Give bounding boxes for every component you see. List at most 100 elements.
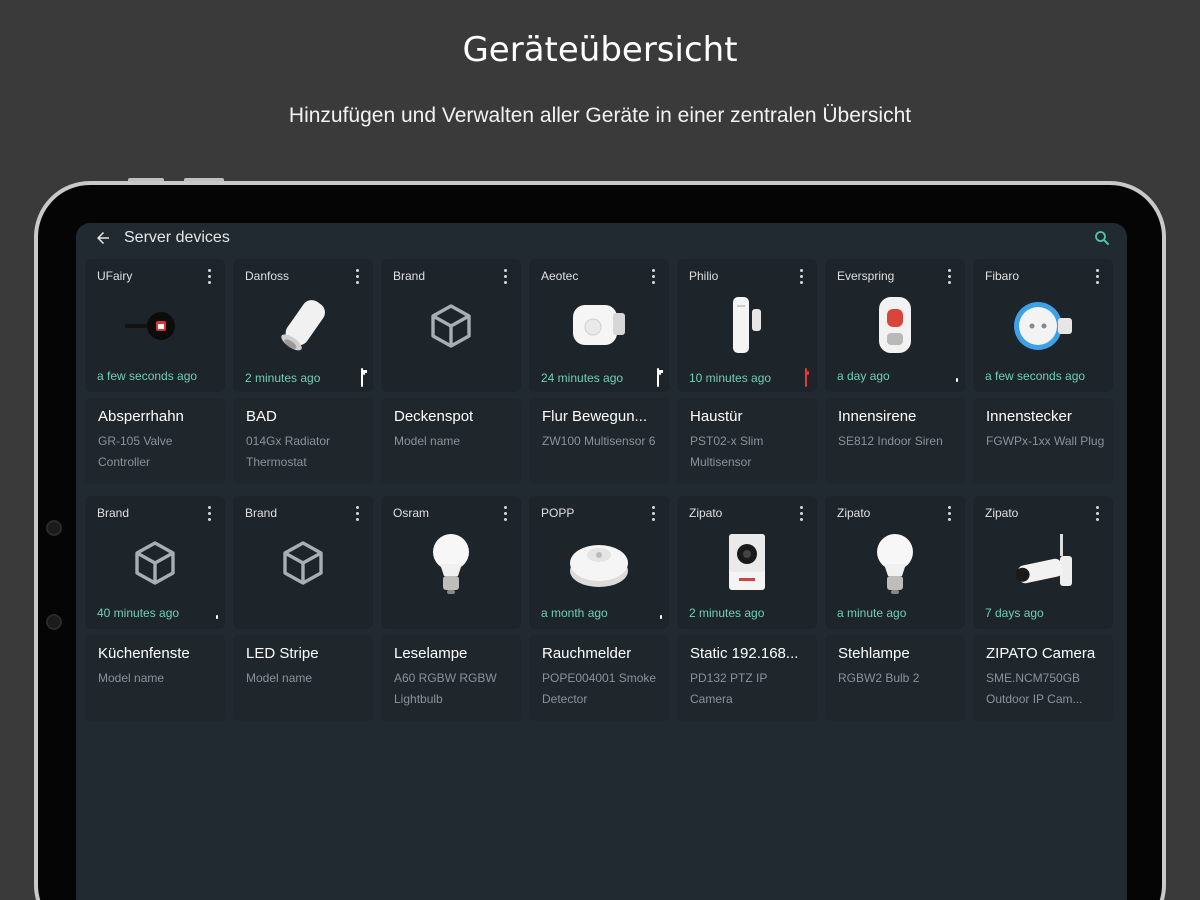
ip-camera-icon [677,530,817,596]
app-bar: Server devices [76,223,1127,253]
device-card-header[interactable]: Brand [381,259,521,392]
device-card-body[interactable]: Innenstecker FGWPx-1xx Wall Plug [973,398,1113,484]
device-card-header[interactable]: Danfoss 2 minutes ago [233,259,373,392]
device-status-row: 2 minutes ago [245,368,363,387]
app-bar-title: Server devices [124,229,230,246]
device-model: ZW100 Multisensor 6 [542,434,656,448]
device-card[interactable]: Aeotec 24 minutes ago Flur Bewegun... ZW… [529,259,669,484]
device-card[interactable]: POPP a month ago Rauchmelder POPE004001 … [529,496,669,721]
device-card-body[interactable]: Stehlampe RGBW2 Bulb 2 [825,635,965,721]
device-card-header[interactable]: Everspring a day ago [825,259,965,392]
device-card-header[interactable]: Philio 10 minutes ago [677,259,817,392]
device-brand: Brand [97,506,130,520]
device-model: SME.NCM750GB Outdoor IP Cam... [986,671,1083,706]
app-screen: Server devices UFairy a few seconds ago … [76,223,1127,900]
device-last-seen: 2 minutes ago [245,371,321,385]
search-icon[interactable] [1091,227,1113,249]
device-status-row: 10 minutes ago [689,368,807,387]
thermostat-icon [233,293,373,359]
device-card-body[interactable]: Innensirene SE812 Indoor Siren [825,398,965,484]
device-card-body[interactable]: Haustür PST02-x Slim Multisensor [677,398,817,484]
device-model: POPE004001 Smoke Detector [542,671,657,706]
device-card-body[interactable]: Flur Bewegun... ZW100 Multisensor 6 [529,398,669,484]
device-card[interactable]: Brand Deckenspot Model name [381,259,521,484]
more-vert-icon[interactable] [942,269,956,287]
device-name: ZIPATO Camera [986,645,1096,662]
more-vert-icon[interactable] [350,269,364,287]
more-vert-icon[interactable] [1090,269,1104,287]
device-card[interactable]: Brand LED Stripe Model name [233,496,373,721]
device-name: LED Stripe [246,645,319,662]
device-last-seen: 24 minutes ago [541,371,624,385]
more-vert-icon[interactable] [942,506,956,524]
more-vert-icon[interactable] [202,269,216,287]
device-last-seen: 2 minutes ago [689,606,765,620]
device-card-body[interactable]: Deckenspot Model name [381,398,521,484]
device-last-seen: a month ago [541,606,608,620]
device-card-body[interactable]: Static 192.168... PD132 PTZ IP Camera [677,635,817,721]
more-vert-icon[interactable] [646,269,660,287]
device-card[interactable]: Philio 10 minutes ago Haustür PST02-x Sl… [677,259,817,484]
device-card[interactable]: Zipato a minute ago Stehlampe RGBW2 Bulb… [825,496,965,721]
device-model: PD132 PTZ IP Camera [690,671,768,706]
device-brand: Aeotec [541,269,579,283]
device-card-header[interactable]: Aeotec 24 minutes ago [529,259,669,392]
device-brand: UFairy [97,269,133,283]
device-card-header[interactable]: Osram [381,496,521,629]
device-card-body[interactable]: LED Stripe Model name [233,635,373,721]
device-card[interactable]: Everspring a day ago Innensirene SE812 I… [825,259,965,484]
tablet-sensor-dot [46,614,62,630]
device-model: GR-105 Valve Controller [98,434,173,469]
device-name: Rauchmelder [542,645,632,662]
wall-plug-icon [973,293,1113,359]
device-name: Küchenfenste [98,645,190,662]
device-status-row: a month ago [541,606,659,620]
device-card-header[interactable]: UFairy a few seconds ago [85,259,225,392]
device-card-body[interactable]: Leselampe A60 RGBW RGBW Lightbulb [381,635,521,721]
placeholder-cube-icon [381,293,521,359]
device-model: FGWPx-1xx Wall Plug [986,434,1105,448]
device-model: RGBW2 Bulb 2 [838,671,920,685]
device-last-seen: a minute ago [837,606,907,620]
battery-icon [361,368,363,387]
valve-controller-icon [85,293,225,359]
device-card-body[interactable]: Küchenfenste Model name [85,635,225,721]
device-card-header[interactable]: Brand [233,496,373,629]
more-vert-icon[interactable] [794,506,808,524]
device-card-header[interactable]: Brand 40 minutes ago [85,496,225,629]
device-status-row: a minute ago [837,606,955,620]
device-status-row: a day ago [837,369,955,383]
device-card-body[interactable]: Rauchmelder POPE004001 Smoke Detector [529,635,669,721]
device-name: Innenstecker [986,408,1072,425]
device-card[interactable]: Osram Leselampe A60 RGBW RGBW Lightbulb [381,496,521,721]
more-vert-icon[interactable] [498,269,512,287]
device-name: Leselampe [394,645,468,662]
battery-icon [657,368,659,387]
device-card[interactable]: Zipato 2 minutes ago Static 192.168... P… [677,496,817,721]
device-card-body[interactable]: BAD 014Gx Radiator Thermostat [233,398,373,484]
more-vert-icon[interactable] [350,506,364,524]
device-card-body[interactable]: Absperrhahn GR-105 Valve Controller [85,398,225,484]
device-card[interactable]: Brand 40 minutes ago Küchenfenste Model … [85,496,225,721]
device-card-header[interactable]: Fibaro a few seconds ago [973,259,1113,392]
more-vert-icon[interactable] [1090,506,1104,524]
more-vert-icon[interactable] [498,506,512,524]
device-status-row: 24 minutes ago [541,368,659,387]
lightbulb-icon [825,530,965,596]
device-card[interactable]: Zipato 7 days ago ZIPATO Camera SME.NCM7… [973,496,1113,721]
more-vert-icon[interactable] [202,506,216,524]
device-model: PST02-x Slim Multisensor [690,434,764,469]
device-name: Absperrhahn [98,408,184,425]
more-vert-icon[interactable] [794,269,808,287]
more-vert-icon[interactable] [646,506,660,524]
device-card-header[interactable]: POPP a month ago [529,496,669,629]
device-card-body[interactable]: ZIPATO Camera SME.NCM750GB Outdoor IP Ca… [973,635,1113,721]
device-card[interactable]: Danfoss 2 minutes ago BAD 014Gx Radiator… [233,259,373,484]
device-grid: UFairy a few seconds ago Absperrhahn GR-… [85,259,1121,721]
device-card[interactable]: Fibaro a few seconds ago Innenstecker FG… [973,259,1113,484]
device-card[interactable]: UFairy a few seconds ago Absperrhahn GR-… [85,259,225,484]
arrow-left-icon[interactable] [92,227,114,249]
device-card-header[interactable]: Zipato a minute ago [825,496,965,629]
device-card-header[interactable]: Zipato 2 minutes ago [677,496,817,629]
device-card-header[interactable]: Zipato 7 days ago [973,496,1113,629]
